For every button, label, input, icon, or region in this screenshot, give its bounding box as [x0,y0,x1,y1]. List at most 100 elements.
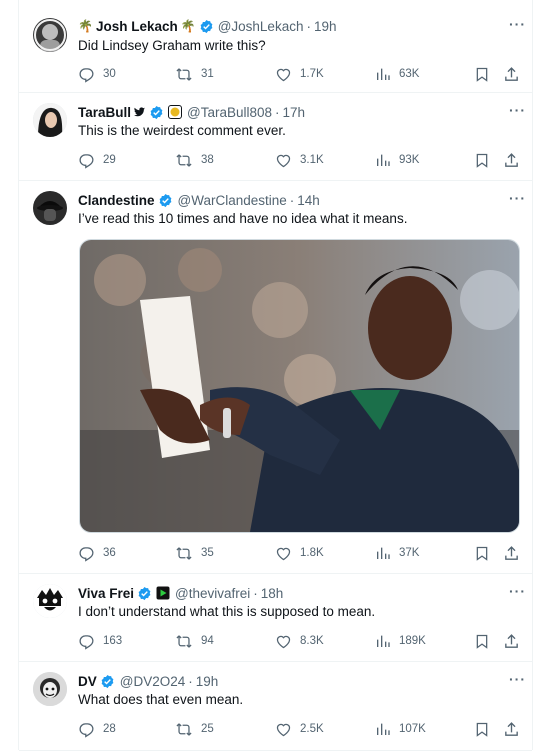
reply-count: 28 [103,723,116,735]
more-icon[interactable]: ··· [509,16,526,32]
more-icon[interactable]: ··· [509,583,526,599]
more-icon[interactable]: ··· [509,190,526,206]
tweet-header: Viva Frei @thevivafrei · 18h [78,583,522,603]
like-icon [276,68,291,81]
views-button[interactable]: 93K [375,150,419,170]
views-count: 63K [399,68,420,80]
timeline-border-right [532,0,533,750]
tweet[interactable]: Clandestine @WarClandestine · 14h ··· I’… [19,181,532,574]
verified-badge-icon [199,19,214,34]
verified-badge-icon [137,586,152,601]
like-button[interactable]: 2.5K [275,719,324,739]
display-name[interactable]: TaraBull [78,105,131,120]
views-count: 93K [399,154,420,166]
user-handle[interactable]: @WarClandestine [178,193,287,208]
avatar[interactable] [33,672,67,706]
views-button[interactable]: 37K [375,543,419,563]
tweet-actions: 30 31 1.7K 63K [78,64,520,84]
user-handle[interactable]: @thevivafrei [175,586,250,601]
tweet-image[interactable] [79,239,520,533]
like-icon [276,723,291,736]
reply-count: 36 [103,547,116,559]
more-icon[interactable]: ··· [509,102,526,118]
tweet-actions: 163 94 8.3K 189K [78,631,520,651]
tweet[interactable]: TaraBull @TaraBull808 · 17h ··· This is … [19,93,532,181]
avatar[interactable] [33,191,67,225]
reply-count: 163 [103,635,123,647]
bookmark-icon [476,634,488,649]
avatar[interactable] [33,18,67,52]
tweet-time[interactable]: 14h [297,193,320,208]
bookmark-button[interactable] [474,719,490,739]
share-button[interactable] [503,719,520,739]
views-button[interactable]: 63K [375,64,419,84]
tweet[interactable]: 🌴 Josh Lekach 🌴 @JoshLekach · 19h ··· Di… [19,0,532,93]
like-count: 1.8K [300,547,324,559]
share-icon [505,721,518,736]
tweet-time[interactable]: 19h [196,674,219,689]
reply-button[interactable]: 30 [78,64,116,84]
share-button[interactable] [503,631,520,651]
bookmark-button[interactable] [474,543,490,563]
separator-dot: · [275,104,280,120]
retweet-button[interactable]: 25 [175,719,214,739]
share-button[interactable] [503,150,520,170]
tweet-time[interactable]: 17h [283,105,306,120]
like-count: 8.3K [300,635,324,647]
tweet-time[interactable]: 18h [261,586,284,601]
reply-button[interactable]: 163 [78,631,122,651]
like-count: 3.1K [300,154,324,166]
like-icon [276,154,291,167]
display-name[interactable]: DV [78,674,97,689]
bookmark-button[interactable] [474,64,490,84]
reply-button[interactable]: 36 [78,543,116,563]
affiliate-badge-icon[interactable] [156,586,170,600]
user-handle[interactable]: @JoshLekach [218,19,304,34]
retweet-button[interactable]: 31 [175,64,214,84]
share-button[interactable] [503,64,520,84]
avatar[interactable] [33,103,67,137]
bookmark-button[interactable] [474,631,490,651]
retweet-icon [176,722,192,736]
share-button[interactable] [503,543,520,563]
user-handle[interactable]: @TaraBull808 [187,105,272,120]
user-handle[interactable]: @DV2O24 [120,674,185,689]
views-icon [377,723,390,735]
retweet-count: 25 [201,723,214,735]
retweet-button[interactable]: 35 [175,543,214,563]
bookmark-icon [476,153,488,168]
reply-button[interactable]: 29 [78,150,116,170]
bookmark-icon [476,67,488,82]
tweet[interactable]: Viva Frei @thevivafrei · 18h ··· I don’t… [19,574,532,662]
more-icon[interactable]: ··· [509,671,526,687]
reply-icon [79,546,94,562]
retweet-icon [176,634,192,648]
verified-badge-icon [158,193,173,208]
like-button[interactable]: 1.8K [275,543,324,563]
tweet-time[interactable]: 19h [314,19,337,34]
display-name[interactable]: Clandestine [78,193,155,208]
retweet-icon [176,67,192,81]
bookmark-button[interactable] [474,150,490,170]
like-button[interactable]: 3.1K [275,150,324,170]
tweet-actions: 36 35 1.8K 37K [78,543,520,563]
tweet[interactable]: DV @DV2O24 · 19h ··· What does that even… [19,662,532,751]
tweet-actions: 28 25 2.5K 107K [78,719,520,739]
views-button[interactable]: 107K [375,719,426,739]
retweet-button[interactable]: 38 [175,150,214,170]
reply-button[interactable]: 28 [78,719,116,739]
retweet-button[interactable]: 94 [175,631,214,651]
like-button[interactable]: 8.3K [275,631,324,651]
views-button[interactable]: 189K [375,631,426,651]
like-button[interactable]: 1.7K [275,64,324,84]
retweet-icon [176,546,192,560]
avatar[interactable] [33,584,67,618]
tweet-text: I don’t understand what this is supposed… [78,604,376,619]
affiliate-badge-icon[interactable] [168,105,183,119]
tweet-actions: 29 38 3.1K 93K [78,150,520,170]
retweet-count: 38 [201,154,214,166]
display-name[interactable]: Josh Lekach [96,19,178,34]
separator-dot: · [289,192,295,208]
display-name[interactable]: Viva Frei [78,586,134,601]
retweet-count: 94 [201,635,214,647]
